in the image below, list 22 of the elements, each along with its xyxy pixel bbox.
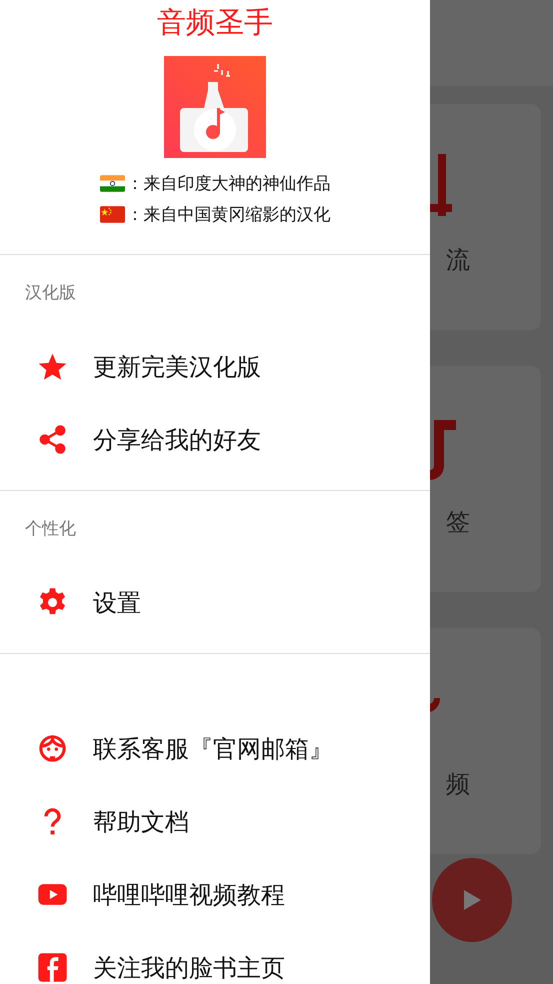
play-icon bbox=[462, 889, 482, 911]
menu-item[interactable]: 分享给我的好友 bbox=[0, 403, 430, 476]
credit-text: ：来自中国黄冈缩影的汉化 bbox=[126, 204, 330, 226]
menu-item[interactable]: 帮助文档 bbox=[0, 785, 430, 858]
menu-item[interactable]: 设置 bbox=[0, 566, 430, 639]
menu-item[interactable]: 联系客服『官网邮箱』 bbox=[0, 712, 430, 785]
support-agent-icon bbox=[37, 733, 68, 764]
menu-item[interactable]: 更新完美汉化版 bbox=[0, 330, 430, 403]
card-label: 频 bbox=[445, 769, 470, 800]
app-title: 音频圣手 bbox=[157, 4, 273, 41]
card-label: 流 bbox=[445, 245, 470, 276]
star-icon bbox=[37, 351, 68, 382]
menu-item[interactable]: 哔哩哔哩视频教程 bbox=[0, 858, 430, 931]
music-note-icon bbox=[430, 420, 456, 480]
share-icon bbox=[37, 424, 68, 455]
menu-item[interactable]: 关注我的脸书主页 bbox=[0, 931, 430, 984]
china-flag-icon bbox=[100, 206, 124, 223]
credit-text: ：来自印度大神的神仙作品 bbox=[126, 173, 330, 195]
india-flag-icon bbox=[100, 175, 124, 192]
section-header: 个性化 bbox=[24, 518, 76, 541]
section-header: 汉化版 bbox=[24, 282, 76, 305]
card-label: 签 bbox=[445, 507, 470, 538]
